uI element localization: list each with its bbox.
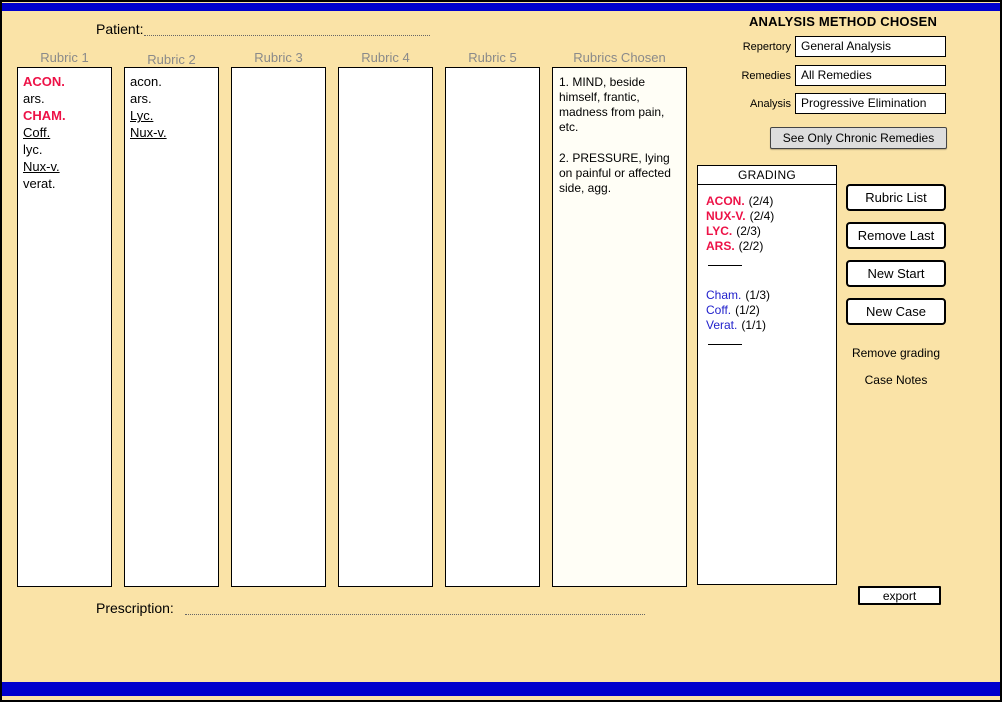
remedy-score: (2/4) xyxy=(748,194,774,208)
rubric2-list[interactable]: acon. ars. Lyc. Nux-v. xyxy=(124,67,219,587)
analysis-value-box[interactable]: Progressive Elimination xyxy=(795,93,946,114)
analysis-label: Analysis xyxy=(750,98,791,110)
remedy-score: (2/4) xyxy=(749,209,775,223)
grading-entry: Coff. (1/2) xyxy=(706,303,828,318)
remedy-score: (1/1) xyxy=(741,318,767,332)
grading-entry: NUX-V. (2/4) xyxy=(706,209,828,224)
grading-separator xyxy=(708,265,742,266)
prescription-input-line[interactable] xyxy=(185,600,645,615)
rubric1-header: Rubric 1 xyxy=(40,50,89,65)
remedy-entry[interactable]: verat. xyxy=(23,175,106,192)
see-only-chronic-button[interactable]: See Only Chronic Remedies xyxy=(770,127,947,149)
remedies-label: Remedies xyxy=(741,70,791,82)
remedy-score: (1/3) xyxy=(745,288,771,302)
grading-separator xyxy=(708,344,742,345)
analysis-method-title: ANALYSIS METHOD CHOSEN xyxy=(748,14,938,29)
rubric5-list[interactable] xyxy=(445,67,540,587)
patient-label: Patient: xyxy=(96,21,144,37)
remedy-name: Coff. xyxy=(706,303,732,317)
repertory-label: Repertory xyxy=(742,41,791,53)
remedies-value-box[interactable]: All Remedies xyxy=(795,65,946,86)
grading-entry: Cham. (1/3) xyxy=(706,288,828,303)
remove-last-button[interactable]: Remove Last xyxy=(846,222,946,249)
remedy-name: NUX-V. xyxy=(706,209,746,223)
remedy-entry[interactable]: ars. xyxy=(23,90,106,107)
chosen-rubric-text[interactable]: 2. PRESSURE, lying on painful or affecte… xyxy=(559,151,680,196)
new-start-button[interactable]: New Start xyxy=(846,260,946,287)
rubric1-list[interactable]: ACON. ars. CHAM. Coff. lyc. Nux-v. verat… xyxy=(17,67,112,587)
grading-panel: GRADING ACON. (2/4) NUX-V. (2/4) LYC. (2/3)… xyxy=(697,165,837,585)
remedy-entry[interactable]: CHAM. xyxy=(23,107,106,124)
case-notes-button[interactable]: Case Notes xyxy=(836,373,956,387)
rubric4-list[interactable] xyxy=(338,67,433,587)
repertory-value-box[interactable]: General Analysis xyxy=(795,36,946,57)
remedy-name: Cham. xyxy=(706,288,742,302)
rubric4-header: Rubric 4 xyxy=(361,50,410,65)
remedy-name: ARS. xyxy=(706,239,735,253)
rubric3-list[interactable] xyxy=(231,67,326,587)
app-window: Patient: Rubric 1 Rubric 2 Rubric 3 Rubr… xyxy=(0,0,1002,702)
remedy-score: (2/3) xyxy=(736,224,761,238)
prescription-label: Prescription: xyxy=(96,600,174,616)
grading-body: ACON. (2/4) NUX-V. (2/4) LYC. (2/3) ARS. (2/… xyxy=(698,185,836,354)
patient-input-line[interactable] xyxy=(144,21,430,36)
remedy-name: Verat. xyxy=(706,318,738,332)
remedy-entry[interactable]: Nux-v. xyxy=(130,124,213,141)
remedy-entry[interactable]: Lyc. xyxy=(130,107,213,124)
grading-title: GRADING xyxy=(698,166,836,185)
top-blue-bar xyxy=(2,3,1000,11)
grading-entry: ARS. (2/2) xyxy=(706,239,828,254)
export-button[interactable]: export xyxy=(858,586,941,605)
remedy-entry[interactable]: Nux-v. xyxy=(23,158,106,175)
grading-entry: ACON. (2/4) xyxy=(706,194,828,209)
remove-grading-button[interactable]: Remove grading xyxy=(836,346,956,360)
new-case-button[interactable]: New Case xyxy=(846,298,946,325)
remedy-entry[interactable]: lyc. xyxy=(23,141,106,158)
remedy-entry[interactable]: acon. xyxy=(130,73,213,90)
remedy-score: (1/2) xyxy=(735,303,760,317)
remedy-entry[interactable]: ACON. xyxy=(23,73,106,90)
remedy-entry[interactable]: ars. xyxy=(130,90,213,107)
remedy-score: (2/2) xyxy=(738,239,764,253)
remedy-name: LYC. xyxy=(706,224,733,238)
bottom-blue-bar xyxy=(2,682,1000,696)
remedy-entry[interactable]: Coff. xyxy=(23,124,106,141)
grading-entry: LYC. (2/3) xyxy=(706,224,828,239)
rubric5-header: Rubric 5 xyxy=(468,50,517,65)
chosen-rubric-text[interactable]: 1. MIND, beside himself, frantic, madnes… xyxy=(559,75,680,135)
remedy-name: ACON. xyxy=(706,194,745,208)
rubrics-chosen-header: Rubrics Chosen xyxy=(573,50,666,65)
rubric2-header: Rubric 2 xyxy=(147,52,196,67)
rubric-list-button[interactable]: Rubric List xyxy=(846,184,946,211)
rubric3-header: Rubric 3 xyxy=(254,50,303,65)
grading-entry: Verat. (1/1) xyxy=(706,318,828,333)
rubrics-chosen-list[interactable]: 1. MIND, beside himself, frantic, madnes… xyxy=(552,67,687,587)
